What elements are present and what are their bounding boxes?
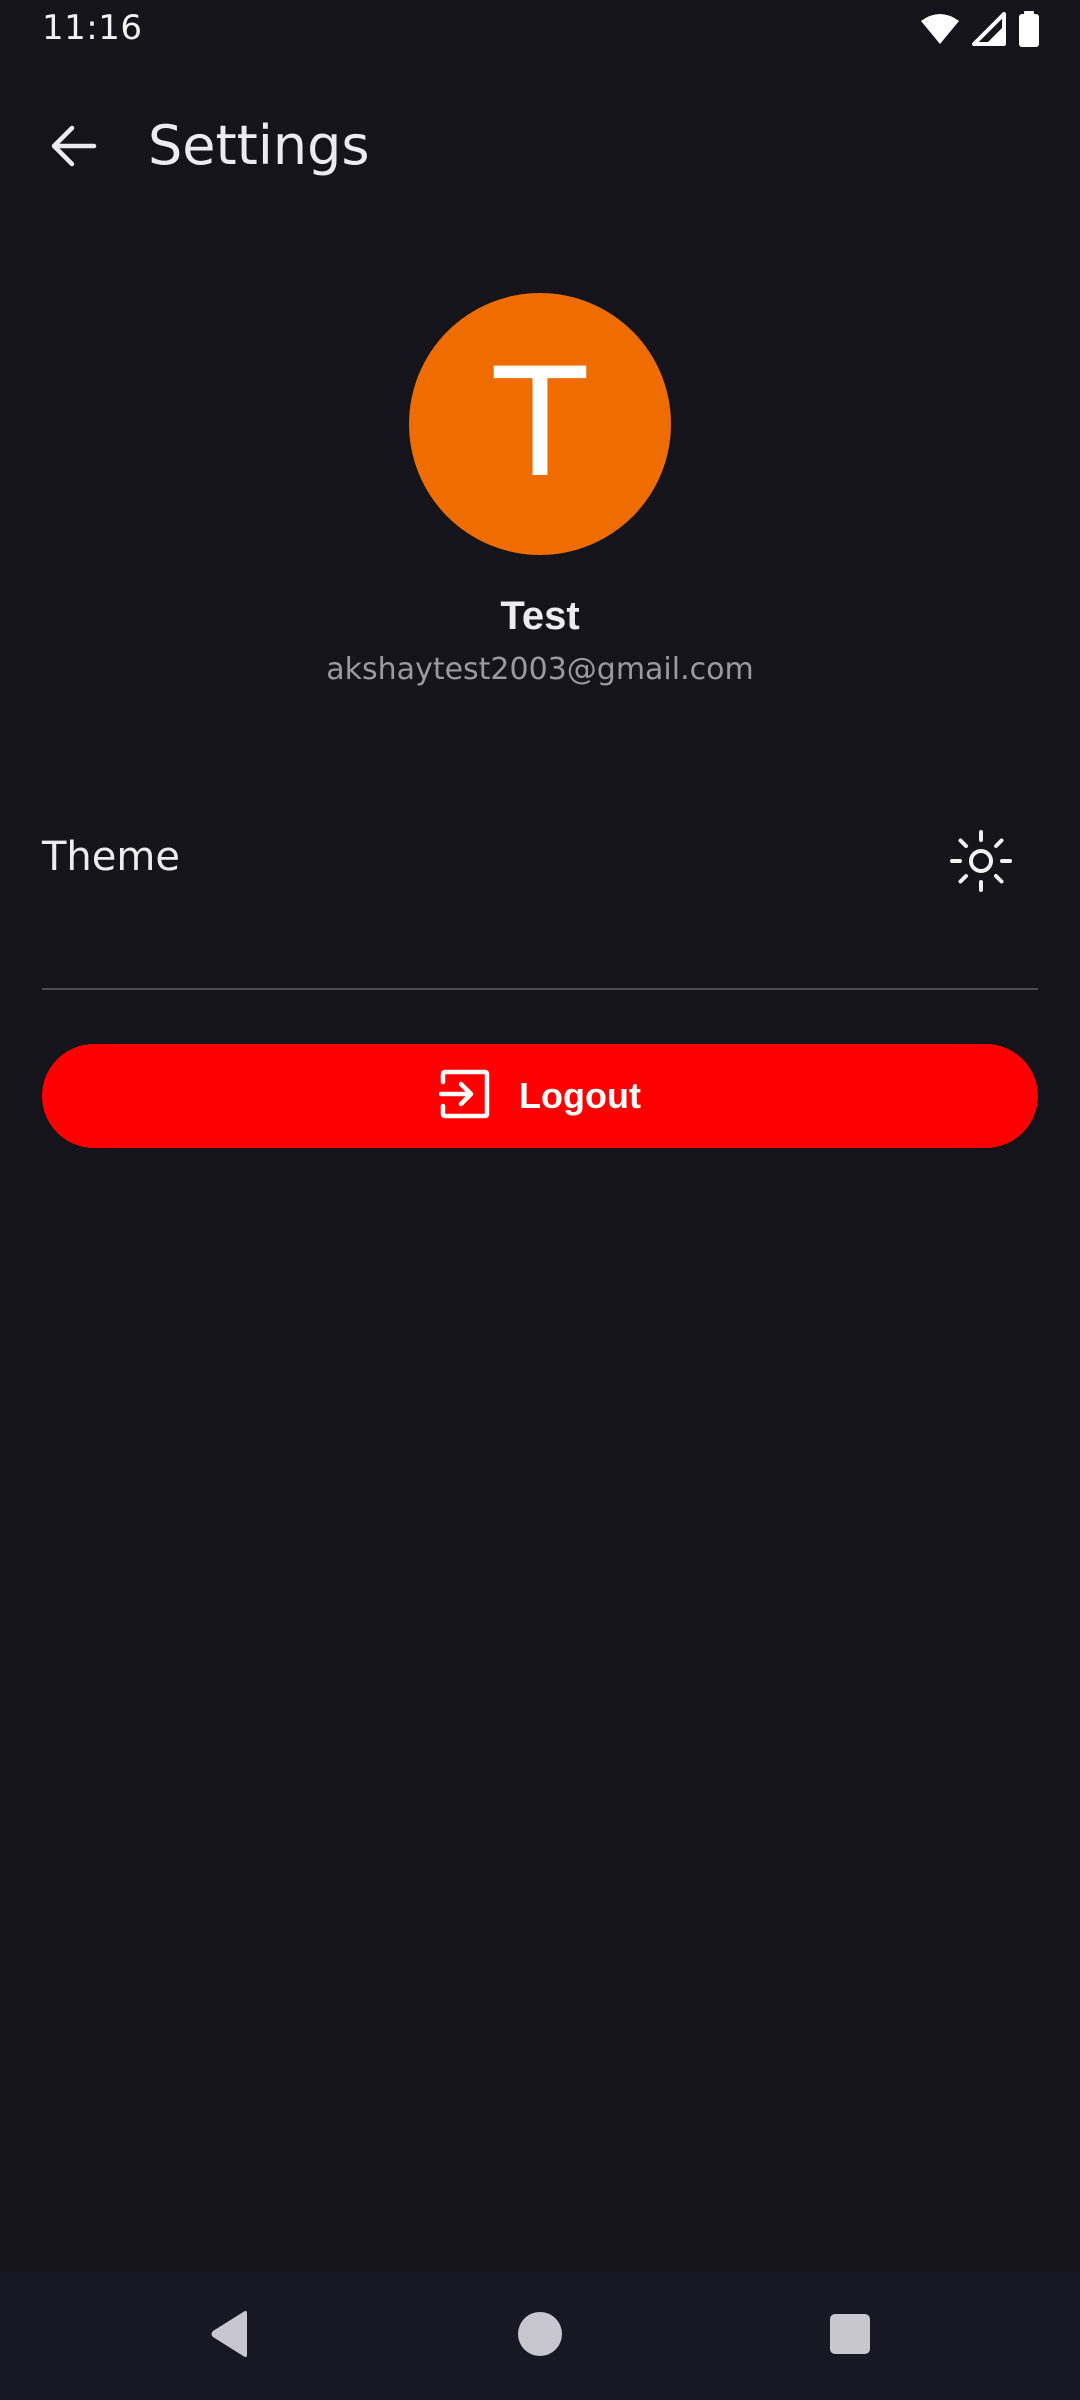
recents-square-icon — [828, 2312, 872, 2361]
logout-button[interactable]: Logout — [42, 1044, 1038, 1148]
user-name: Test — [500, 594, 580, 638]
sun-icon — [950, 829, 1012, 897]
status-bar: 11:16 — [0, 0, 1080, 62]
theme-toggle-button[interactable] — [946, 828, 1016, 898]
theme-setting-row: Theme — [42, 800, 1038, 924]
status-time: 11:16 — [42, 8, 143, 48]
logout-icon — [438, 1068, 491, 1125]
nav-recents-button[interactable] — [820, 2306, 880, 2366]
app-bar: Settings — [0, 90, 1080, 206]
logout-label: Logout — [519, 1075, 641, 1116]
nav-home-button[interactable] — [510, 2306, 570, 2366]
back-triangle-icon — [207, 2309, 253, 2364]
arrow-back-icon — [50, 124, 98, 173]
system-nav-bar — [0, 2272, 1080, 2400]
home-circle-icon — [517, 2311, 563, 2362]
avatar-initial: T — [494, 337, 586, 511]
nav-back-button[interactable] — [200, 2306, 260, 2366]
cell-signal-icon — [972, 11, 1006, 51]
settings-screen: 11:16 Settings T Test akshaytest2003@gma… — [0, 0, 1080, 2400]
theme-label: Theme — [42, 834, 180, 880]
avatar: T — [409, 293, 671, 555]
divider — [42, 988, 1038, 990]
user-email: akshaytest2003@gmail.com — [326, 652, 754, 687]
page-title: Settings — [148, 114, 370, 177]
wifi-icon — [920, 13, 960, 50]
back-button[interactable] — [36, 118, 112, 178]
battery-icon — [1018, 10, 1040, 52]
status-icons — [920, 10, 1040, 52]
